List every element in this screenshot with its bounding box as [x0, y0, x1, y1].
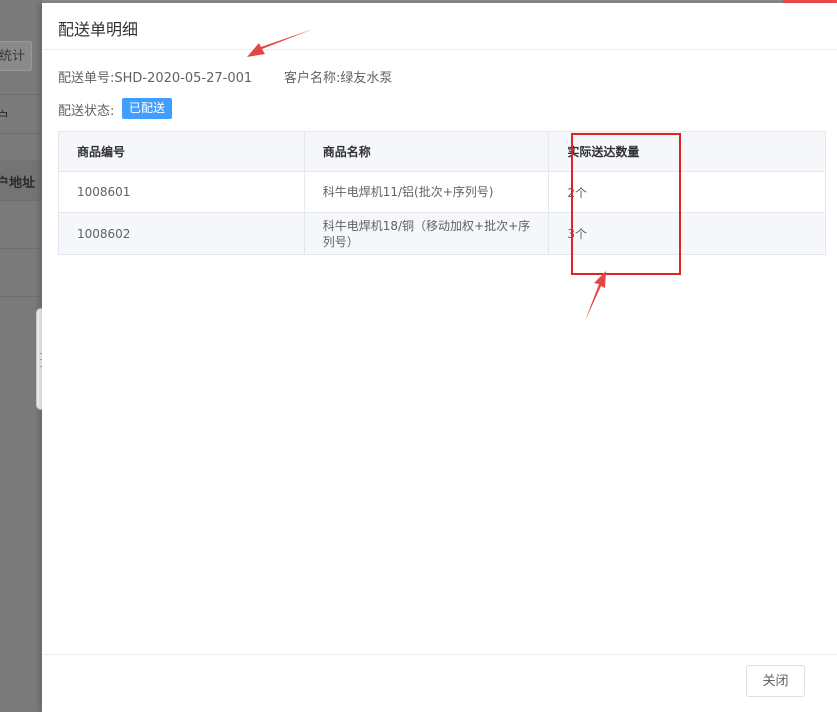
column-header-name: 商品名称 — [303, 131, 550, 172]
customer-name: 客户名称:绿友水泵 — [284, 71, 393, 86]
column-header-code: 商品编号 — [58, 131, 305, 172]
status-label: 配送状态: — [58, 104, 115, 119]
cell-code: 1008601 — [58, 171, 305, 213]
delivery-detail-drawer: 配送单明细 配送单号:SHD-2020-05-27-001 客户名称:绿友水泵 … — [42, 3, 837, 712]
close-button[interactable]: 关闭 — [746, 665, 805, 697]
drawer-header: 配送单明细 — [42, 3, 837, 50]
table-header-row: 商品编号 商品名称 实际送达数量 — [58, 131, 826, 172]
drawer-title: 配送单明细 — [58, 20, 139, 39]
background-stats-button: 统计 — [0, 41, 32, 71]
order-number: 配送单号:SHD-2020-05-27-001 — [58, 71, 253, 86]
background-divider — [0, 296, 42, 297]
items-table: 商品编号 商品名称 实际送达数量 1008601 科牛电焊机11/铝(批次+序列… — [58, 131, 826, 303]
cell-name: 科牛电焊机18/铜（移动加权+批次+序列号） — [303, 212, 550, 255]
background-column-header: 户地址 — [0, 176, 36, 191]
background-cell: 户 — [0, 110, 10, 125]
table-empty-space — [58, 254, 826, 303]
cell-name: 科牛电焊机11/铝(批次+序列号) — [303, 171, 550, 213]
cell-code: 1008602 — [58, 212, 305, 255]
status-badge: 已配送 — [122, 98, 173, 119]
table-row: 1008601 科牛电焊机11/铝(批次+序列号) 2个 — [58, 171, 826, 213]
background-divider — [0, 94, 42, 95]
annotation-highlight-box — [571, 133, 681, 275]
footer-divider — [42, 654, 837, 655]
background-divider — [0, 133, 42, 134]
background-divider — [0, 248, 42, 249]
background-divider — [0, 200, 42, 201]
table-row: 1008602 科牛电焊机18/铜（移动加权+批次+序列号） 3个 — [58, 212, 826, 255]
